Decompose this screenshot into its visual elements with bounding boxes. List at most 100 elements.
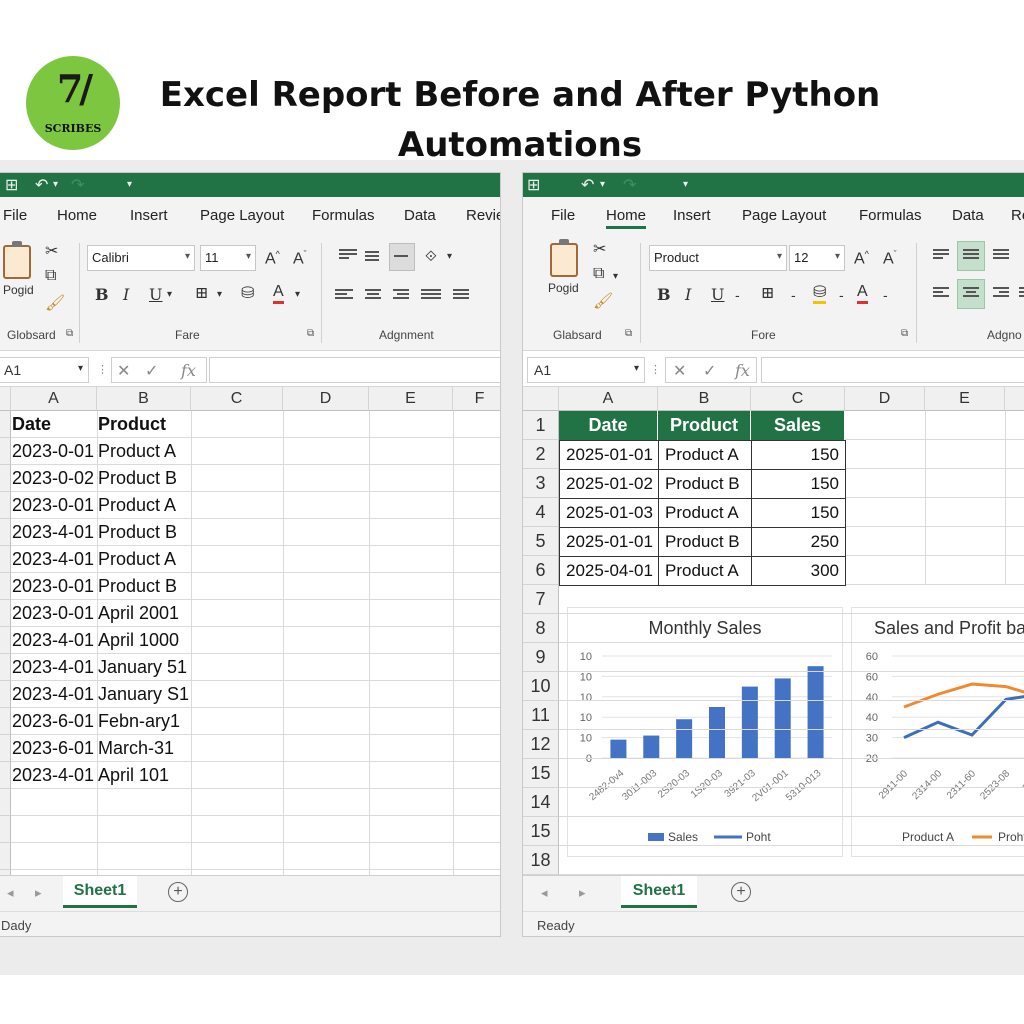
indent-icon[interactable] <box>1019 287 1024 301</box>
tab-formulas[interactable]: Formulas <box>312 207 375 224</box>
row-header[interactable]: 14 <box>523 788 559 817</box>
tab-home[interactable]: Home <box>57 207 97 224</box>
row-header[interactable]: 8 <box>523 614 559 643</box>
row-header[interactable] <box>0 438 11 465</box>
table-header-cell[interactable]: Sales <box>751 411 845 440</box>
bold-icon[interactable]: B <box>95 285 109 304</box>
align-center-icon[interactable] <box>365 289 383 303</box>
row-header[interactable] <box>0 789 11 816</box>
table-cell[interactable]: 2023-4-01 <box>12 522 94 543</box>
table-cell[interactable]: Product B <box>98 522 177 543</box>
table-cell[interactable]: Product A <box>98 549 176 570</box>
fill-color-icon[interactable]: ⛁ <box>813 283 827 304</box>
scroll-left-icon[interactable]: ◂ <box>7 885 14 901</box>
row-header[interactable] <box>0 843 11 870</box>
function-icon[interactable]: fx <box>735 361 750 380</box>
row-header[interactable]: 10 <box>523 672 559 701</box>
redo-icon[interactable]: ↷ <box>71 175 84 194</box>
table-cell[interactable]: Product A <box>658 498 752 528</box>
header-cell[interactable]: Product <box>98 414 166 435</box>
row-header[interactable] <box>0 708 11 735</box>
add-sheet-icon[interactable]: + <box>731 882 751 902</box>
tab-file[interactable]: File <box>3 207 27 224</box>
underline-icon[interactable]: U <box>711 285 724 304</box>
table-cell[interactable]: 2023-4-01 <box>12 630 94 651</box>
wrap-text-icon[interactable] <box>453 289 471 303</box>
shrink-font-icon[interactable]: Aˇ <box>293 249 307 268</box>
row-header[interactable] <box>0 735 11 762</box>
bold-icon[interactable]: B <box>657 285 671 304</box>
row-header[interactable]: 3 <box>523 469 559 498</box>
tab-home[interactable]: Home <box>606 207 647 229</box>
align-left-icon[interactable] <box>933 287 951 301</box>
name-box[interactable]: A1 ▾ <box>527 357 645 383</box>
table-cell[interactable]: 2023-0-01 <box>12 495 94 516</box>
tab-file[interactable]: File <box>551 207 575 224</box>
copy-icon[interactable]: ⧉ <box>593 265 604 283</box>
table-cell[interactable]: Product A <box>658 440 752 470</box>
customize-dropdown-icon[interactable]: ▾ <box>127 179 132 190</box>
underline-icon[interactable]: U <box>149 285 162 304</box>
cut-icon[interactable]: ✂ <box>593 239 606 259</box>
row-header[interactable] <box>0 546 11 573</box>
table-cell[interactable]: 150 <box>751 498 846 528</box>
table-cell[interactable]: 2023-0-02 <box>12 468 94 489</box>
row-header[interactable]: 5 <box>523 527 559 556</box>
align-right-icon[interactable] <box>993 287 1011 301</box>
customize-dropdown-icon[interactable]: ▾ <box>683 179 688 190</box>
row-header[interactable] <box>0 492 11 519</box>
table-cell[interactable]: 2023-4-01 <box>12 765 94 786</box>
redo-icon[interactable]: ↷ <box>623 175 636 194</box>
font-color-icon[interactable]: A <box>273 283 284 304</box>
column-header[interactable]: D <box>283 387 369 411</box>
paste-icon[interactable] <box>550 239 578 277</box>
table-header-cell[interactable]: Date <box>559 411 658 440</box>
paste-icon[interactable] <box>3 241 31 279</box>
grow-font-icon[interactable]: A^ <box>854 249 869 268</box>
table-cell[interactable]: 2023-4-01 <box>12 657 94 678</box>
tab-page-layout[interactable]: Page Layout <box>200 207 284 224</box>
table-cell[interactable]: Product B <box>98 468 177 489</box>
sheet-tab-sheet1[interactable]: Sheet1 <box>63 876 137 908</box>
table-cell[interactable]: Product B <box>658 527 752 557</box>
formula-input[interactable] <box>209 357 500 383</box>
table-cell[interactable]: Product B <box>658 469 752 499</box>
table-cell[interactable]: 2025-01-01 <box>559 440 659 470</box>
grid-icon[interactable]: ⊞ <box>5 175 18 194</box>
row-header[interactable] <box>0 654 11 681</box>
table-cell[interactable]: 2023-0-01 <box>12 603 94 624</box>
undo-icon[interactable]: ↶ <box>35 175 48 194</box>
row-header[interactable] <box>0 600 11 627</box>
table-cell[interactable]: 150 <box>751 469 846 499</box>
table-cell[interactable]: January S1 <box>98 684 189 705</box>
table-cell[interactable]: 2023-6-01 <box>12 738 94 759</box>
column-header[interactable]: F <box>453 387 500 411</box>
table-cell[interactable]: 2025-01-02 <box>559 469 659 499</box>
tab-insert[interactable]: Insert <box>673 207 711 224</box>
table-cell[interactable]: April 101 <box>98 765 169 786</box>
undo-icon[interactable]: ↶ <box>581 175 594 194</box>
format-painter-icon[interactable]: 🖌 <box>45 293 65 313</box>
table-cell[interactable]: 250 <box>751 527 846 557</box>
row-header[interactable]: 6 <box>523 556 559 585</box>
table-cell[interactable]: 300 <box>751 556 846 586</box>
italic-icon[interactable]: I <box>123 285 129 304</box>
row-header[interactable] <box>0 465 11 492</box>
row-header[interactable] <box>0 627 11 654</box>
align-top-icon[interactable] <box>933 249 951 263</box>
row-header[interactable] <box>0 762 11 789</box>
decrease-indent-icon[interactable] <box>421 289 441 303</box>
row-header[interactable]: 15 <box>523 759 559 788</box>
column-header[interactable]: C <box>751 387 845 411</box>
font-launcher-icon[interactable]: ⧉ <box>901 328 908 339</box>
row-header[interactable] <box>0 681 11 708</box>
tab-page-layout[interactable]: Page Layout <box>742 207 826 224</box>
tab-insert[interactable]: Insert <box>130 207 168 224</box>
row-header[interactable]: 7 <box>523 585 559 614</box>
table-cell[interactable]: 2023-0-01 <box>12 441 94 462</box>
table-cell[interactable]: January 51 <box>98 657 187 678</box>
row-header[interactable]: 12 <box>523 730 559 759</box>
scroll-left-icon[interactable]: ◂ <box>541 885 548 901</box>
table-cell[interactable]: 2023-6-01 <box>12 711 94 732</box>
table-cell[interactable]: March-31 <box>98 738 174 759</box>
